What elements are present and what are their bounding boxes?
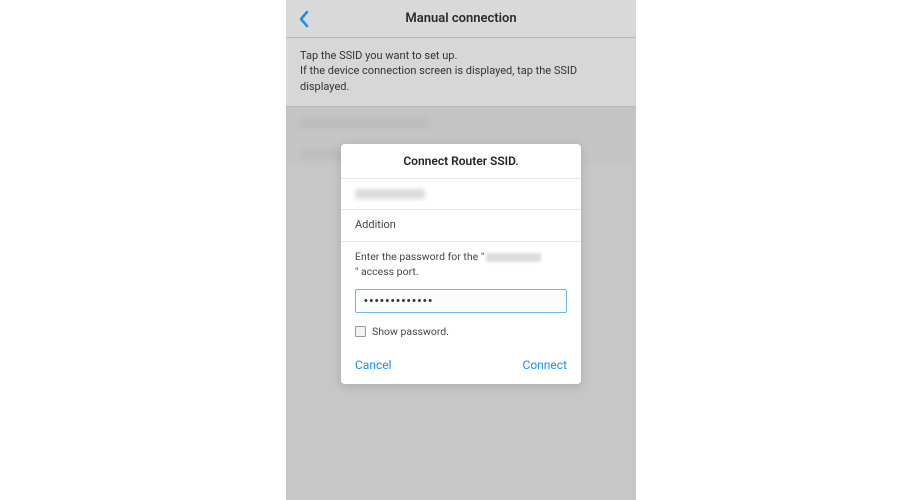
prompt-prefix: Enter the password for the " bbox=[355, 250, 484, 265]
show-password-checkbox[interactable] bbox=[355, 326, 366, 337]
dialog-actions: Cancel Connect bbox=[341, 352, 581, 384]
password-prompt: Enter the password for the "" access por… bbox=[341, 242, 581, 283]
ssid-item[interactable] bbox=[286, 107, 636, 135]
page-title: Manual connection bbox=[286, 11, 636, 26]
dialog-ssid-row bbox=[341, 179, 581, 209]
chevron-left-icon bbox=[298, 10, 310, 28]
password-input[interactable] bbox=[355, 289, 567, 313]
connect-ssid-dialog: Connect Router SSID. Addition Enter the … bbox=[341, 144, 581, 384]
ssid-name-redacted bbox=[300, 117, 430, 129]
show-password-label: Show password. bbox=[372, 325, 449, 338]
header: Manual connection bbox=[286, 0, 636, 38]
password-input-wrapper bbox=[341, 283, 581, 315]
instruction-line1: Tap the SSID you want to set up. bbox=[300, 48, 622, 63]
back-button[interactable] bbox=[296, 9, 312, 29]
cancel-button[interactable]: Cancel bbox=[355, 358, 392, 372]
instruction-text: Tap the SSID you want to set up. If the … bbox=[286, 38, 636, 107]
dialog-title: Connect Router SSID. bbox=[341, 144, 581, 178]
prompt-suffix: " access port. bbox=[355, 265, 419, 280]
screen: Manual connection Tap the SSID you want … bbox=[286, 0, 636, 500]
addition-label: Addition bbox=[341, 210, 581, 241]
instruction-line2: If the device connection screen is displ… bbox=[300, 63, 622, 94]
dialog-ssid-redacted bbox=[355, 189, 425, 199]
connect-button[interactable]: Connect bbox=[523, 358, 567, 372]
show-password-row: Show password. bbox=[341, 315, 581, 352]
prompt-ssid-redacted bbox=[486, 253, 541, 262]
